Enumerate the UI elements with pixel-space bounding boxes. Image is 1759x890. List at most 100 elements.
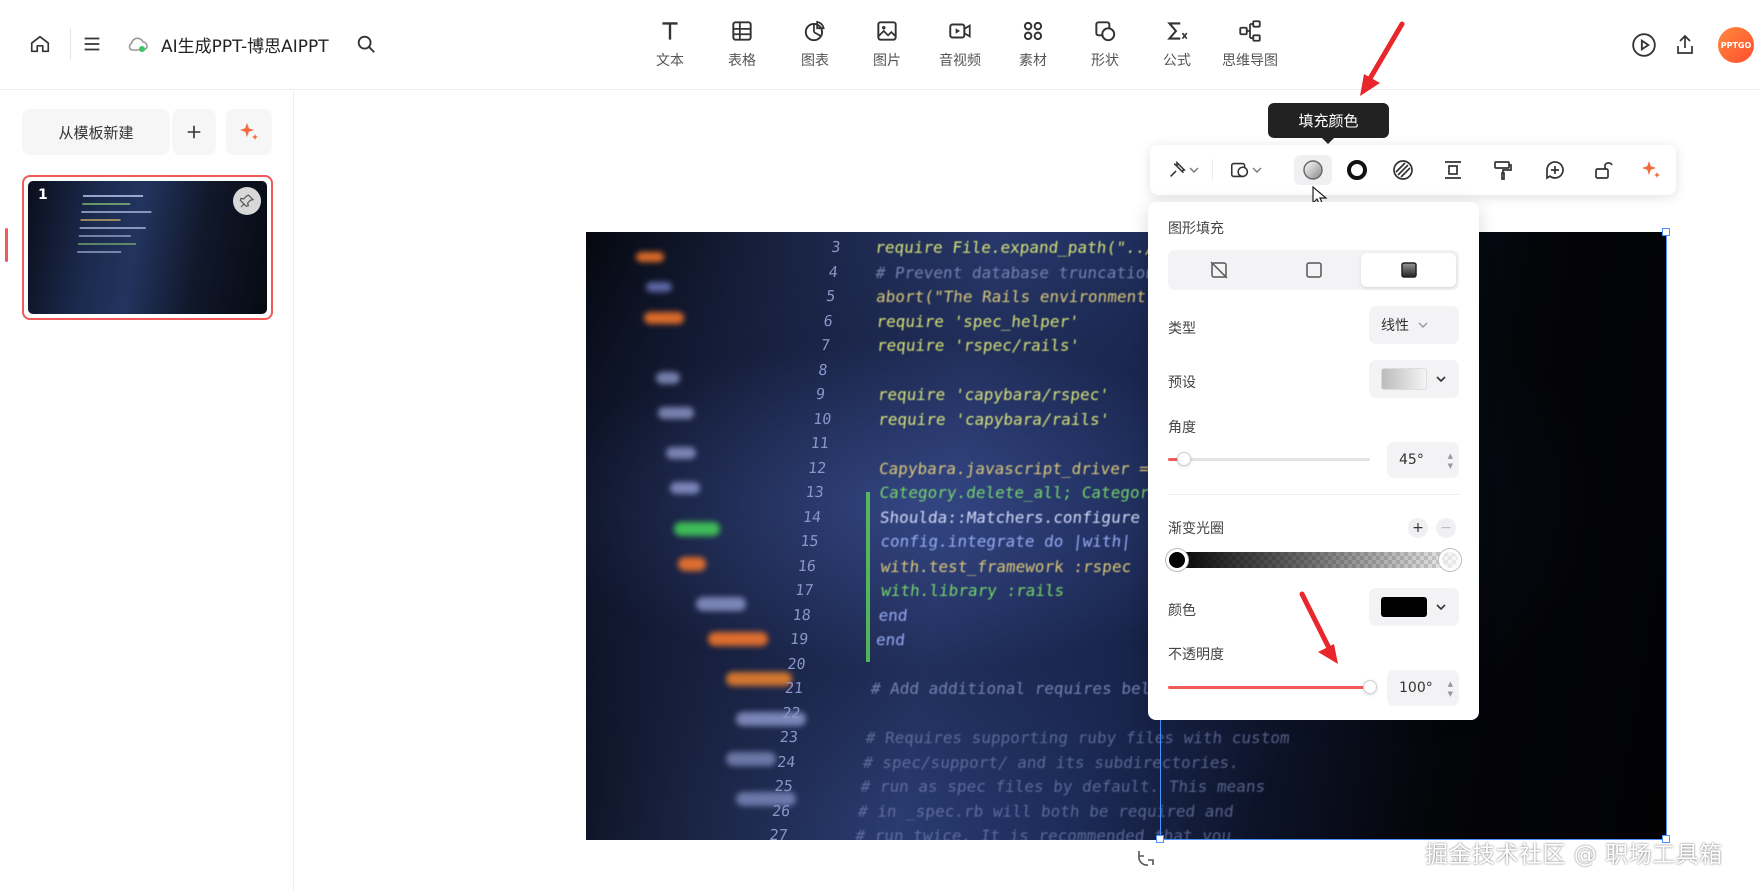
- stepper-down-icon[interactable]: ▼: [1448, 690, 1453, 698]
- code-line: require 'rspec/rails': [876, 336, 1081, 355]
- tool-table[interactable]: 表格: [706, 18, 778, 70]
- border-button[interactable]: [1338, 155, 1376, 185]
- line-number: 24: [776, 752, 797, 771]
- add-stop-icon[interactable]: +: [1408, 518, 1428, 538]
- comment-button[interactable]: [1536, 155, 1574, 185]
- tool-label: 音视频: [939, 53, 981, 69]
- avatar[interactable]: PPTGO: [1718, 27, 1754, 63]
- line-number: 9: [814, 385, 826, 403]
- color-label: 颜色: [1168, 603, 1196, 619]
- tool-mindmap[interactable]: 思维导图: [1214, 18, 1286, 70]
- code-line: end: [877, 605, 909, 625]
- tool-label: 思维导图: [1222, 53, 1278, 69]
- color-select[interactable]: [1369, 588, 1459, 626]
- code-line: end: [875, 630, 907, 649]
- tool-assets[interactable]: 素材: [997, 18, 1069, 70]
- fill-mode-none[interactable]: [1171, 253, 1266, 287]
- align-button[interactable]: [1434, 155, 1472, 185]
- tree-item: [670, 482, 700, 494]
- tree-item: [656, 372, 680, 384]
- tool-label: 素材: [1019, 53, 1047, 69]
- code-line: with.test_framework :rspec: [879, 556, 1133, 576]
- line-number: 3: [830, 238, 842, 256]
- tree-item: [726, 752, 776, 766]
- ai-generate-button[interactable]: [226, 109, 272, 155]
- fill-mode-solid[interactable]: [1266, 253, 1361, 287]
- line-number: 5: [825, 287, 837, 305]
- angle-slider-knob[interactable]: [1177, 452, 1192, 466]
- tree-item: [658, 407, 694, 419]
- angle-slider[interactable]: [1168, 452, 1370, 466]
- line-number: 13: [804, 483, 825, 501]
- tool-video[interactable]: 音视频: [924, 18, 996, 70]
- resize-handle[interactable]: [1662, 228, 1670, 236]
- stepper-up-icon[interactable]: ▲: [1448, 680, 1453, 688]
- no-fill-icon: [1209, 261, 1228, 279]
- home-icon[interactable]: [26, 30, 54, 58]
- gradient-stops-label: 渐变光圈: [1168, 521, 1224, 537]
- code-line: with.library :rails: [880, 581, 1066, 600]
- angle-input[interactable]: 45° ▲ ▼: [1387, 442, 1459, 478]
- line-number: 20: [786, 654, 807, 673]
- document-title[interactable]: AI生成PPT-博思AIPPT: [161, 32, 329, 57]
- line-number: 14: [802, 507, 823, 526]
- formula-icon: [1167, 22, 1188, 40]
- tree-item: [636, 252, 664, 262]
- effects-icon: [1393, 160, 1413, 180]
- active-slide-marker: [5, 228, 8, 262]
- format-painter-button[interactable]: [1484, 155, 1522, 185]
- stepper-down-icon[interactable]: ▼: [1448, 462, 1453, 470]
- share-icon[interactable]: [1670, 30, 1700, 60]
- gradient-stop-end[interactable]: [1439, 549, 1461, 571]
- comment-add-icon: [1546, 161, 1564, 180]
- type-select[interactable]: 线性: [1369, 306, 1459, 344]
- watermark: 掘金技术社区 @ 职场工具箱: [1425, 842, 1723, 868]
- code-line: require 'spec_helper': [875, 311, 1080, 331]
- table-icon: [732, 21, 752, 41]
- tool-shape[interactable]: 形状: [1069, 18, 1141, 70]
- tool-formula[interactable]: 公式: [1141, 18, 1213, 70]
- play-icon[interactable]: [1629, 30, 1659, 60]
- code-line: require 'capybara/rspec': [876, 385, 1111, 404]
- pin-icon[interactable]: [233, 187, 261, 215]
- rotate-handle-icon[interactable]: [1134, 846, 1158, 874]
- tool-text[interactable]: 文本: [634, 18, 706, 70]
- gradient-stop-start[interactable]: [1166, 549, 1188, 571]
- line-number: 27: [768, 826, 789, 840]
- stepper-up-icon[interactable]: ▲: [1448, 452, 1453, 460]
- sparkle-icon: [240, 123, 258, 140]
- lock-button[interactable]: [1584, 155, 1622, 185]
- chevron-down-icon: [1252, 167, 1262, 173]
- resize-handle[interactable]: [1156, 835, 1164, 843]
- fill-mode-segmented: [1168, 250, 1459, 290]
- tree-item: [666, 447, 696, 459]
- opacity-input[interactable]: 100° ▲ ▼: [1387, 670, 1459, 706]
- slide-image[interactable]: 3 require File.expand_path("../../config/…: [586, 232, 1666, 840]
- angle-label: 角度: [1168, 420, 1196, 436]
- effects-button[interactable]: [1384, 155, 1422, 185]
- animation-button[interactable]: [1158, 155, 1208, 185]
- tool-label: 公式: [1163, 53, 1191, 69]
- new-from-template-button[interactable]: 从模板新建: [22, 109, 170, 155]
- remove-stop-icon[interactable]: −: [1436, 518, 1456, 538]
- add-slide-button[interactable]: [172, 109, 216, 155]
- fill-color-button[interactable]: [1294, 155, 1332, 185]
- preset-select[interactable]: [1369, 360, 1459, 398]
- ai-button[interactable]: [1632, 155, 1670, 185]
- line-number: 23: [778, 728, 799, 746]
- toolbar-divider: [1212, 159, 1213, 181]
- slide-thumbnail[interactable]: 1: [22, 175, 273, 320]
- fill-mode-gradient[interactable]: [1361, 253, 1456, 287]
- opacity-slider[interactable]: [1168, 680, 1377, 694]
- shape-replace-button[interactable]: [1218, 155, 1274, 185]
- tree-item: [726, 672, 792, 686]
- tool-chart[interactable]: 图表: [779, 18, 851, 70]
- gradient-stops-bar[interactable]: [1166, 549, 1461, 571]
- menu-icon[interactable]: [78, 30, 106, 58]
- opacity-value: 100°: [1399, 680, 1433, 696]
- search-icon[interactable]: [352, 30, 380, 58]
- tool-image[interactable]: 图片: [851, 18, 923, 70]
- plus-icon: [187, 125, 201, 139]
- opacity-slider-knob[interactable]: [1363, 680, 1377, 694]
- slide-thumbnail-preview: 1: [28, 181, 267, 314]
